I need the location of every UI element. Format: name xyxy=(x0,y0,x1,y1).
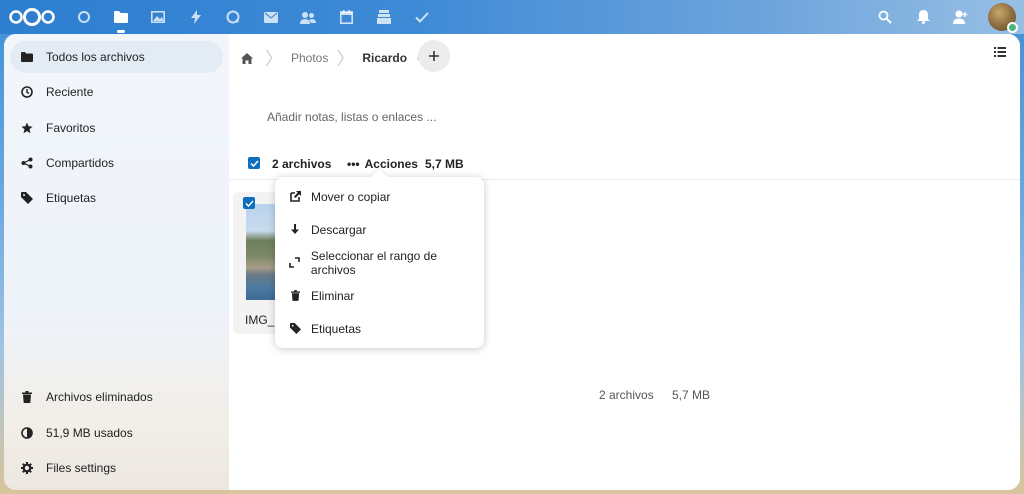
sidebar-item-label: 51,9 MB usados xyxy=(46,426,133,440)
download-icon xyxy=(289,224,301,236)
menu-item-label: Descargar xyxy=(311,222,367,237)
sidebar-item-tags[interactable]: Etiquetas xyxy=(10,182,223,214)
sidebar-item-label: Favoritos xyxy=(46,121,96,135)
rich-workspace-placeholder[interactable]: Añadir notas, listas o enlaces ... xyxy=(267,110,436,124)
files-icon[interactable] xyxy=(109,5,133,33)
search-icon[interactable] xyxy=(873,5,897,29)
sidebar-item-deleted-files[interactable]: Archivos eliminados xyxy=(10,381,223,413)
star-icon xyxy=(20,121,34,135)
contacts-menu-icon[interactable] xyxy=(948,5,972,29)
menu-item-label: Mover o copiar xyxy=(311,189,391,204)
sidebar-item-label: Compartidos xyxy=(46,156,115,170)
avatar[interactable] xyxy=(988,3,1018,33)
sidebar-item-label: Files settings xyxy=(46,461,117,475)
breadcrumb-separator: 〉 xyxy=(336,49,355,69)
app-container: Todos los archivos Reciente Favoritos Co… xyxy=(4,34,1020,490)
menu-item-delete[interactable]: Eliminar xyxy=(275,279,484,312)
sidebar-item-quota[interactable]: 51,9 MB usados xyxy=(10,417,223,449)
more-icon: ••• xyxy=(347,157,360,171)
deck-icon[interactable] xyxy=(372,5,396,29)
mail-icon[interactable] xyxy=(259,5,283,29)
menu-item-label: Etiquetas xyxy=(311,321,362,336)
sidebar: Todos los archivos Reciente Favoritos Co… xyxy=(4,34,229,490)
gear-icon xyxy=(20,461,34,475)
actions-dropdown-menu: Mover o copiar Descargar Seleccionar el … xyxy=(275,177,484,348)
contacts-icon[interactable] xyxy=(296,5,320,29)
sidebar-item-label: Todos los archivos xyxy=(46,50,145,64)
summary-file-count: 2 archivos xyxy=(599,388,654,402)
talk-icon[interactable] xyxy=(221,5,245,29)
sidebar-item-shared[interactable]: Compartidos xyxy=(10,147,223,179)
sidebar-item-label: Archivos eliminados xyxy=(46,390,153,404)
sidebar-item-label: Etiquetas xyxy=(46,191,97,205)
breadcrumb-item-photos[interactable]: Photos xyxy=(291,51,328,65)
trash-icon xyxy=(289,290,301,302)
files-main: 〉 Photos 〉 Ricardo 〉 Añadir notas, lista… xyxy=(229,34,1020,490)
breadcrumb-item-current[interactable]: Ricardo xyxy=(362,51,407,65)
menu-item-move-copy[interactable]: Mover o copiar xyxy=(275,180,484,213)
plus-icon xyxy=(429,51,439,61)
select-all-checkbox[interactable] xyxy=(248,157,260,169)
sidebar-item-files-settings[interactable]: Files settings xyxy=(10,452,223,484)
trash-icon xyxy=(20,390,34,404)
selection-header: 2 archivos ••• Acciones 5,7 MB xyxy=(229,152,1020,180)
calendar-icon[interactable] xyxy=(334,5,358,29)
nextcloud-logo-icon[interactable] xyxy=(8,6,56,28)
tag-icon xyxy=(20,191,34,205)
quota-icon xyxy=(20,426,34,440)
status-online-indicator xyxy=(1007,22,1018,33)
selected-size: 5,7 MB xyxy=(425,157,464,171)
move-copy-icon xyxy=(289,191,301,203)
menu-item-select-range[interactable]: Seleccionar el rango de archivos xyxy=(275,246,484,279)
folder-icon xyxy=(20,50,34,64)
sidebar-item-all-files[interactable]: Todos los archivos xyxy=(10,41,223,73)
menu-item-label: Eliminar xyxy=(311,288,355,303)
selected-count: 2 archivos xyxy=(272,157,332,171)
photos-icon[interactable] xyxy=(146,5,170,29)
sidebar-item-favorites[interactable]: Favoritos xyxy=(10,112,223,144)
new-button[interactable] xyxy=(418,40,450,72)
actions-menu-button[interactable]: ••• Acciones xyxy=(347,157,418,171)
sidebar-item-label: Reciente xyxy=(46,85,94,99)
top-header xyxy=(0,0,1024,34)
summary-total-size: 5,7 MB xyxy=(672,388,711,402)
activity-icon[interactable] xyxy=(184,5,208,29)
menu-item-tags[interactable]: Etiquetas xyxy=(275,312,484,345)
tag-icon xyxy=(289,323,301,335)
clock-icon xyxy=(20,85,34,99)
menu-item-label: Seleccionar el rango de archivos xyxy=(310,248,438,277)
dashboard-icon[interactable] xyxy=(72,5,96,29)
list-view-toggle-icon[interactable] xyxy=(994,46,1008,60)
tasks-icon[interactable] xyxy=(410,5,434,29)
notifications-icon[interactable] xyxy=(911,5,935,29)
select-range-icon xyxy=(289,257,301,269)
breadcrumb-separator: 〉 xyxy=(265,49,283,69)
actions-label: Acciones xyxy=(364,157,418,171)
home-icon[interactable] xyxy=(237,48,257,68)
share-icon xyxy=(20,156,34,170)
sidebar-item-recent[interactable]: Reciente xyxy=(10,76,223,108)
menu-item-download[interactable]: Descargar xyxy=(275,213,484,246)
file-checkbox[interactable] xyxy=(243,197,255,209)
